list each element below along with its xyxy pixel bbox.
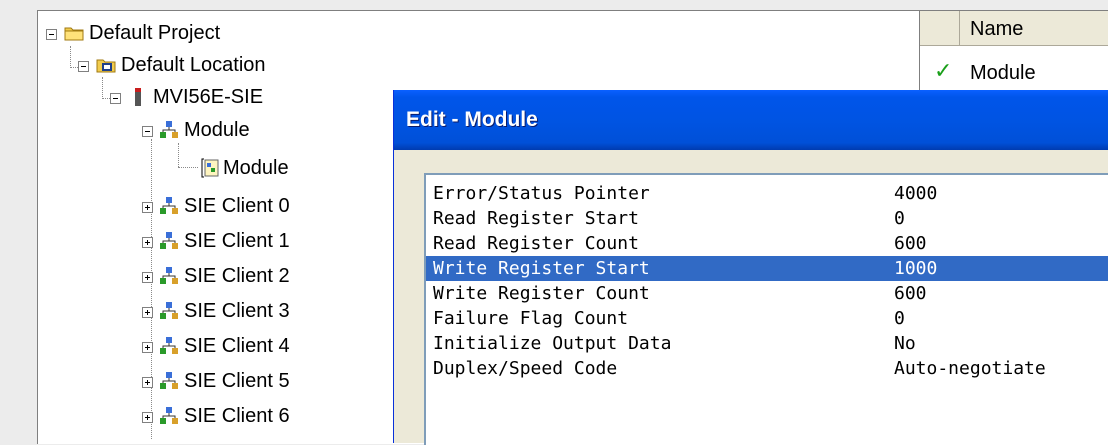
network-icon: [160, 372, 178, 389]
tree-item-label: Module: [184, 119, 250, 141]
property-list[interactable]: Error/Status Pointer 4000 Read Register …: [424, 173, 1108, 445]
property-row-selected[interactable]: Write Register Start 1000: [426, 256, 1108, 281]
folder-icon: [64, 27, 84, 41]
list-header: Name: [920, 11, 1108, 46]
tree-item-label: SIE Client 4: [184, 335, 290, 357]
tree-item-sie-client-6[interactable]: SIE Client 6: [38, 401, 438, 431]
network-icon: [160, 302, 178, 319]
expand-icon[interactable]: [142, 412, 153, 423]
collapse-icon[interactable]: [142, 126, 153, 137]
property-name: Write Register Count: [433, 283, 650, 304]
property-row[interactable]: Initialize Output Data No: [426, 331, 1108, 356]
property-name: Error/Status Pointer: [433, 183, 650, 204]
dialog-body: Error/Status Pointer 4000 Read Register …: [394, 150, 1108, 445]
property-name: Read Register Count: [433, 233, 639, 254]
expand-icon[interactable]: [142, 237, 153, 248]
property-row[interactable]: Failure Flag Count 0: [426, 306, 1108, 331]
expand-icon[interactable]: [142, 307, 153, 318]
network-icon: [160, 337, 178, 354]
property-row[interactable]: Write Register Count 600: [426, 281, 1108, 306]
network-icon: [160, 197, 178, 214]
tree-item-sie-client-5[interactable]: SIE Client 5: [38, 366, 438, 396]
column-separator[interactable]: [959, 11, 960, 45]
property-value: 0: [894, 208, 905, 229]
property-row[interactable]: Read Register Start 0: [426, 206, 1108, 231]
property-row[interactable]: Duplex/Speed Code Auto-negotiate: [426, 356, 1108, 381]
tree-item-sie-client-0[interactable]: SIE Client 0: [38, 191, 438, 221]
property-value: Auto-negotiate: [894, 358, 1046, 379]
edit-module-dialog: Edit - Module Error/Status Pointer 4000 …: [393, 90, 1108, 445]
list-item[interactable]: ✓ Module: [920, 59, 1108, 89]
module-card-icon: [135, 88, 141, 106]
tree-item-label: Module: [223, 157, 289, 179]
tree-item-sie-client-1[interactable]: SIE Client 1: [38, 226, 438, 256]
tree-item-label: Default Project: [89, 22, 221, 44]
tree-item-sie-client-3[interactable]: SIE Client 3: [38, 296, 438, 326]
property-value: 600: [894, 233, 927, 254]
tree-item-sie-client-4[interactable]: SIE Client 4: [38, 331, 438, 361]
tree-item-default-project[interactable]: Default Project: [38, 18, 638, 48]
property-value: No: [894, 333, 916, 354]
location-icon: [96, 59, 116, 73]
property-name: Write Register Start: [433, 258, 650, 279]
property-value: 4000: [894, 183, 938, 204]
property-row[interactable]: Error/Status Pointer 4000: [426, 181, 1108, 206]
property-value: 1000: [894, 258, 938, 279]
tree-item-label: Default Location: [121, 54, 266, 76]
collapse-icon[interactable]: [46, 29, 57, 40]
tree-item-label: SIE Client 6: [184, 405, 290, 427]
tree-item-label: SIE Client 2: [184, 265, 290, 287]
tree-item-label: SIE Client 3: [184, 300, 290, 322]
expand-icon[interactable]: [142, 272, 153, 283]
checkmark-icon: ✓: [934, 59, 953, 84]
property-name: Failure Flag Count: [433, 308, 629, 329]
property-name: Read Register Start: [433, 208, 639, 229]
property-value: 600: [894, 283, 927, 304]
tree-item-default-location[interactable]: Default Location: [38, 50, 638, 80]
network-icon: [160, 407, 178, 424]
property-row[interactable]: Read Register Count 600: [426, 231, 1108, 256]
tree-item-label: SIE Client 1: [184, 230, 290, 252]
tree-item-sie-client-2[interactable]: SIE Client 2: [38, 261, 438, 291]
tree-item-module-group[interactable]: Module: [38, 115, 438, 145]
dialog-titlebar[interactable]: Edit - Module: [394, 90, 1108, 150]
tree-item-label: SIE Client 0: [184, 195, 290, 217]
collapse-icon[interactable]: [78, 61, 89, 72]
collapse-icon[interactable]: [110, 93, 121, 104]
property-name: Initialize Output Data: [433, 333, 672, 354]
network-icon: [160, 232, 178, 249]
expand-icon[interactable]: [142, 342, 153, 353]
column-header-name[interactable]: Name: [970, 18, 1023, 41]
expand-icon[interactable]: [142, 377, 153, 388]
dialog-title: Edit - Module: [406, 108, 538, 131]
tree-item-label: MVI56E-SIE: [153, 86, 264, 108]
expand-icon[interactable]: [142, 202, 153, 213]
tree-item-label: SIE Client 5: [184, 370, 290, 392]
list-item-name: Module: [970, 62, 1036, 84]
network-icon: [160, 121, 178, 138]
property-value: 0: [894, 308, 905, 329]
config-page-icon: [201, 158, 219, 178]
network-icon: [160, 267, 178, 284]
property-name: Duplex/Speed Code: [433, 358, 618, 379]
tree-item-module[interactable]: Module: [38, 153, 438, 183]
